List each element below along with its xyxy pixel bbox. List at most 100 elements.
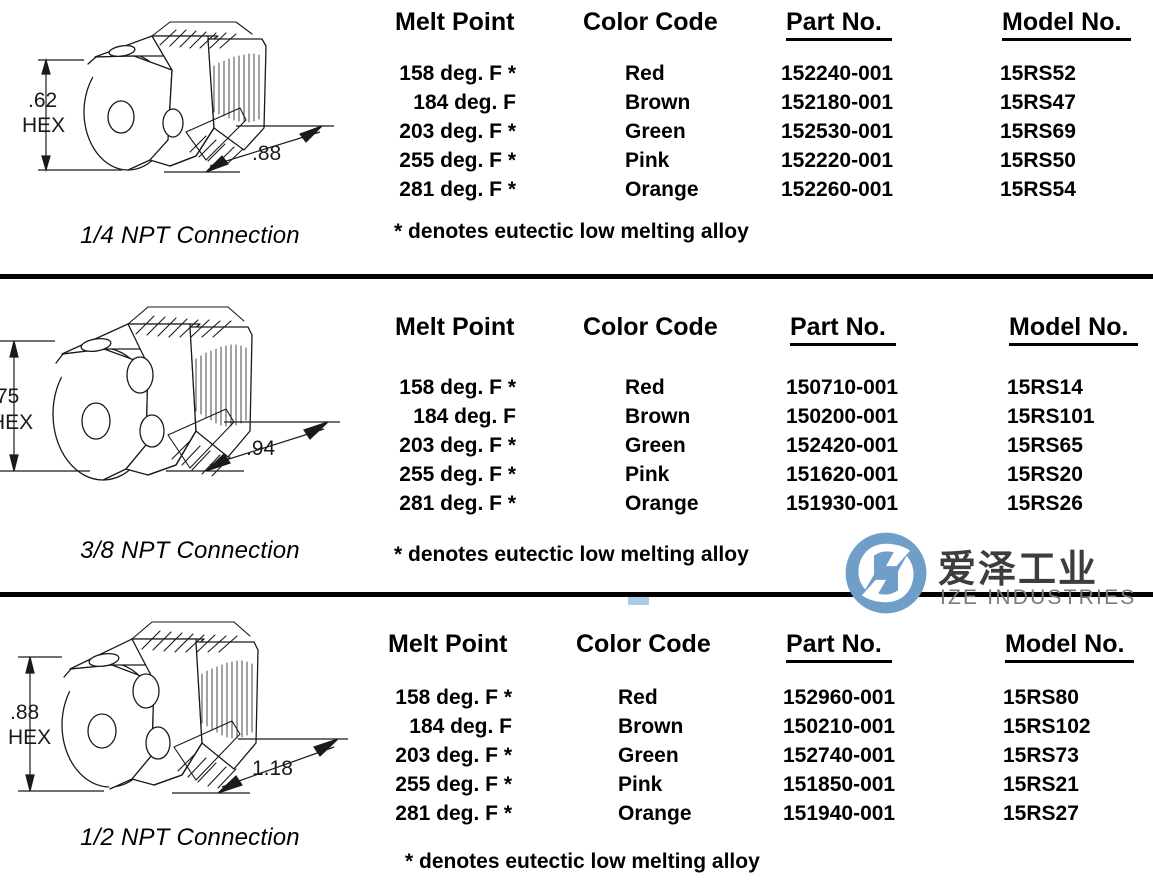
cell-melt-point: 281 deg. F *: [395, 802, 512, 825]
cell-color-code: Red: [625, 376, 665, 399]
cell-melt-point: 281 deg. F *: [399, 178, 516, 201]
table-footnote: * denotes eutectic low melting alloy: [405, 850, 760, 873]
table-body: 158 deg. F * Red 150710-001 15RS14 184 d…: [380, 376, 1153, 521]
spec-table-three-eighths-npt: Melt Point Color Code Part No. Model No.…: [380, 313, 1153, 566]
cell-melt-point: 184 deg. F: [409, 715, 512, 738]
cell-model-no: 15RS73: [1003, 744, 1079, 767]
cell-model-no: 15RS50: [1000, 149, 1076, 172]
length-dimension-value-3: 1.18: [252, 757, 293, 780]
cell-model-no: 15RS102: [1003, 715, 1091, 738]
cell-model-no: 15RS21: [1003, 773, 1079, 796]
cell-melt-point: 184 deg. F: [413, 405, 516, 428]
hex-dimension-value-2: 75: [0, 385, 19, 408]
table-row: 184 deg. F Brown 150200-001 15RS101: [380, 405, 1153, 434]
table-header-row: Melt Point Color Code Part No. Model No.: [380, 630, 1153, 670]
cell-model-no: 15RS14: [1007, 376, 1083, 399]
hex-dimension-value-1: .62: [28, 89, 57, 112]
table-row: 184 deg. F Brown 150210-001 15RS102: [380, 715, 1153, 744]
table-body: 158 deg. F * Red 152960-001 15RS80 184 d…: [380, 686, 1153, 831]
cell-color-code: Brown: [625, 91, 691, 114]
column-header-melt-point: Melt Point: [395, 313, 515, 341]
table-header-row: Melt Point Color Code Part No. Model No.: [380, 8, 1153, 48]
cell-melt-point: 184 deg. F: [413, 91, 516, 114]
cell-part-no: 150200-001: [786, 405, 899, 428]
table-header-row: Melt Point Color Code Part No. Model No.: [380, 313, 1153, 353]
cell-melt-point: 158 deg. F *: [399, 62, 516, 85]
column-header-color-code: Color Code: [583, 8, 718, 36]
cell-melt-point: 281 deg. F *: [399, 492, 516, 515]
cell-model-no: 15RS80: [1003, 686, 1079, 709]
cell-color-code: Pink: [625, 149, 670, 172]
table-row: 158 deg. F * Red 152960-001 15RS80: [380, 686, 1153, 715]
cell-color-code: Green: [625, 120, 686, 143]
cell-part-no: 151940-001: [783, 802, 896, 825]
cell-color-code: Brown: [625, 405, 691, 428]
cell-part-no: 152740-001: [783, 744, 896, 767]
column-header-color-code: Color Code: [576, 630, 711, 658]
table-footnote: * denotes eutectic low melting alloy: [394, 543, 749, 566]
cell-part-no: 151620-001: [786, 463, 899, 486]
table-body: 158 deg. F * Red 152240-001 15RS52 184 d…: [380, 62, 1153, 207]
fusible-plug-drawing-half-npt: .88 HEX 1.18: [8, 621, 348, 794]
table-row: 203 deg. F * Green 152420-001 15RS65: [380, 434, 1153, 463]
fusible-plug-drawing-three-eighths-npt: 75 HEX .94: [0, 306, 340, 481]
drawing-block-half-npt: .88 HEX 1.18 1/2 NPT Connection: [0, 597, 380, 885]
cell-color-code: Orange: [625, 178, 699, 201]
cell-color-code: Brown: [618, 715, 684, 738]
drawing-block-three-eighths-npt: 75 HEX .94 3/8 NPT Connection: [0, 279, 380, 592]
cell-model-no: 15RS20: [1007, 463, 1083, 486]
cell-model-no: 15RS26: [1007, 492, 1083, 515]
table-row: 281 deg. F * Orange 151940-001 15RS27: [380, 802, 1153, 831]
cell-color-code: Red: [625, 62, 665, 85]
cell-model-no: 15RS101: [1007, 405, 1095, 428]
column-header-model-no: Model No.: [1005, 630, 1135, 663]
table-row: 255 deg. F * Pink 151850-001 15RS21: [380, 773, 1153, 802]
hex-dimension-value-3: .88: [10, 701, 39, 724]
cell-color-code: Pink: [625, 463, 670, 486]
watermark-chinese-name: 爱泽工业: [938, 549, 1099, 591]
table-footnote: * denotes eutectic low melting alloy: [394, 220, 749, 243]
cell-color-code: Green: [618, 744, 679, 767]
cell-part-no: 150710-001: [786, 376, 899, 399]
cell-part-no: 152220-001: [781, 149, 894, 172]
table-row: 158 deg. F * Red 152240-001 15RS52: [380, 62, 1153, 91]
ize-industries-logo-icon: [845, 532, 927, 614]
cell-melt-point: 203 deg. F *: [399, 120, 516, 143]
column-header-model-no: Model No.: [1002, 8, 1132, 41]
column-header-model-no: Model No.: [1009, 313, 1139, 346]
column-header-melt-point: Melt Point: [388, 630, 508, 658]
table-row: 255 deg. F * Pink 152220-001 15RS50: [380, 149, 1153, 178]
drawing-block-quarter-npt: .62 HEX .88 1/4 NPT Connection: [0, 0, 380, 274]
cell-model-no: 15RS52: [1000, 62, 1076, 85]
cell-model-no: 15RS54: [1000, 178, 1076, 201]
cell-melt-point: 158 deg. F *: [395, 686, 512, 709]
cell-part-no: 151930-001: [786, 492, 899, 515]
cell-part-no: 151850-001: [783, 773, 896, 796]
cell-melt-point: 203 deg. F *: [399, 434, 516, 457]
table-row: 184 deg. F Brown 152180-001 15RS47: [380, 91, 1153, 120]
column-header-part-no: Part No.: [786, 8, 892, 41]
hex-dimension-label-1: HEX: [22, 114, 65, 137]
cell-model-no: 15RS69: [1000, 120, 1076, 143]
npt-caption-three-eighths: 3/8 NPT Connection: [80, 537, 300, 564]
cell-melt-point: 255 deg. F *: [399, 149, 516, 172]
watermark: 爱泽工业 IZE INDUSTRIES: [843, 530, 1134, 622]
cell-part-no: 152260-001: [781, 178, 894, 201]
cell-melt-point: 255 deg. F *: [399, 463, 516, 486]
cell-model-no: 15RS27: [1003, 802, 1079, 825]
cell-color-code: Orange: [625, 492, 699, 515]
cell-part-no: 152960-001: [783, 686, 896, 709]
column-header-part-no: Part No.: [790, 313, 896, 346]
cell-melt-point: 203 deg. F *: [395, 744, 512, 767]
spec-table-quarter-npt: Melt Point Color Code Part No. Model No.…: [380, 8, 1153, 243]
column-header-part-no: Part No.: [786, 630, 892, 663]
npt-caption-half: 1/2 NPT Connection: [80, 824, 300, 851]
fusible-plug-drawing-quarter-npt: .62 HEX .88: [22, 21, 334, 173]
cell-part-no: 150210-001: [783, 715, 896, 738]
hex-dimension-label-2: HEX: [0, 411, 33, 434]
cell-color-code: Red: [618, 686, 658, 709]
spec-table-half-npt: Melt Point Color Code Part No. Model No.…: [380, 630, 1153, 873]
length-dimension-value-1: .88: [252, 142, 281, 165]
cell-model-no: 15RS47: [1000, 91, 1076, 114]
scan-artifact: [628, 597, 649, 605]
